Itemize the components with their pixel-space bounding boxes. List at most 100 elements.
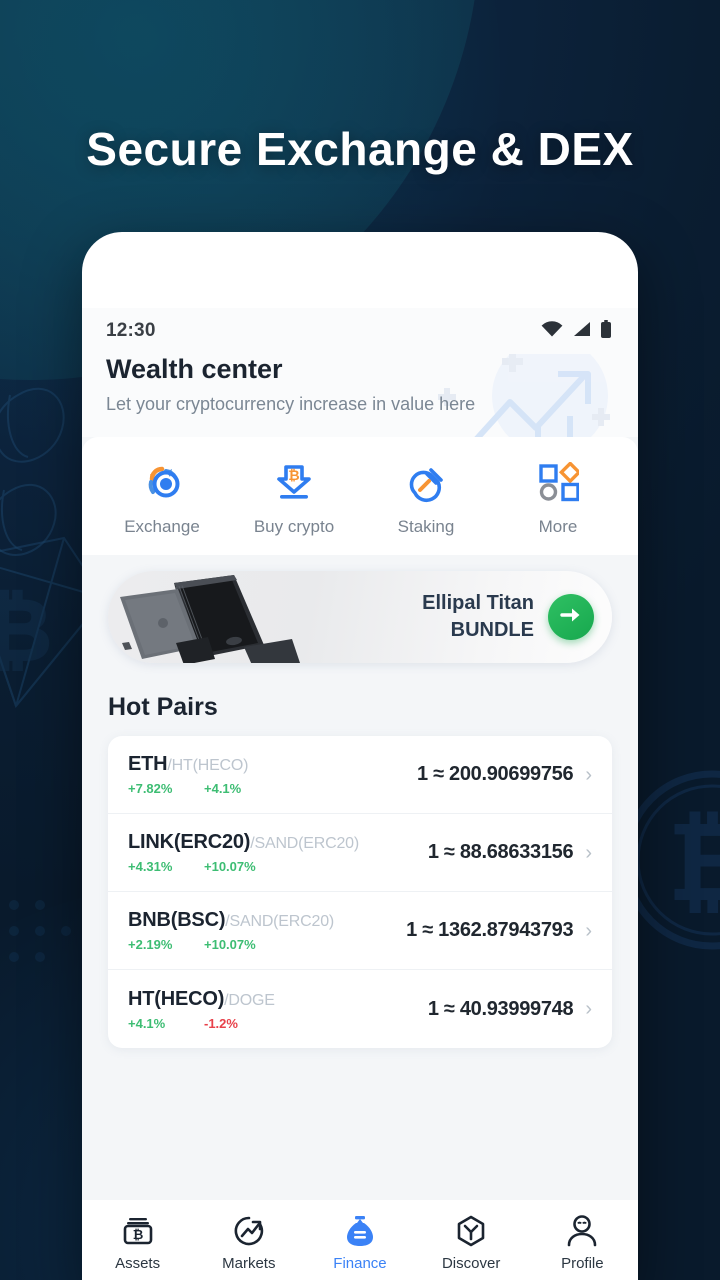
pair-price-area: 1 ≈ 1362.87943793 › (406, 919, 592, 942)
more-grid-icon (537, 459, 579, 505)
pair-changes: +2.19% +10.07% (128, 937, 406, 952)
pair-change-quote: -1.2% (204, 1015, 238, 1031)
chevron-right-icon[interactable]: › (585, 765, 592, 785)
chevron-right-icon[interactable]: › (585, 999, 592, 1019)
nav-item-finance[interactable]: Finance (304, 1214, 415, 1272)
pair-quote: /SAND(ERC20) (225, 913, 335, 930)
banner-text: Ellipal Titan BUNDLE (338, 590, 548, 643)
pair-change-base: +7.82% (128, 781, 173, 796)
chevron-right-icon[interactable]: › (585, 843, 592, 863)
staking-shovel-icon (405, 459, 447, 505)
table-row[interactable]: BNB(BSC) /SAND(ERC20) +2.19% +10.07% 1 ≈… (108, 892, 612, 970)
app-content: Exchange ₿ Buy crypto Staking More Ellip… (82, 437, 638, 1200)
pair-changes: +4.1% -1.2% (128, 1016, 428, 1031)
quick-action-label: More (538, 517, 578, 536)
pair-base: BNB(BSC) (128, 909, 226, 931)
section-title-hot-pairs: Hot Pairs (82, 663, 638, 736)
pair-changes: +7.82% +4.1% (128, 781, 417, 796)
pair-price: 1 ≈ 88.68633156 (427, 841, 574, 863)
page-subtitle: Let your cryptocurrency increase in valu… (106, 394, 476, 414)
banner-line1: Ellipal Titan (422, 592, 534, 615)
nav-label: Markets (222, 1255, 276, 1272)
quick-action-staking[interactable]: Staking (360, 459, 492, 537)
finance-moneybag-icon (345, 1214, 375, 1248)
nav-item-assets[interactable]: ₿ Assets (82, 1214, 193, 1272)
table-row[interactable]: LINK(ERC20) /SAND(ERC20) +4.31% +10.07% … (108, 814, 612, 892)
pair-name: LINK(ERC20) /SAND(ERC20) (128, 831, 428, 854)
buy-crypto-icon: ₿ (274, 459, 314, 505)
pair-change-base: +2.19% (128, 937, 173, 952)
pair-info: ETH /HT(HECO) +7.82% +4.1% (128, 753, 417, 796)
quick-action-buy-crypto[interactable]: ₿ Buy crypto (228, 459, 360, 537)
wifi-icon (541, 320, 563, 342)
promo-headline: Secure Exchange & DEX (86, 123, 634, 175)
quick-action-label: Exchange (124, 517, 200, 536)
pair-price: 1 ≈ 1362.87943793 (406, 919, 574, 941)
quick-actions-card: Exchange ₿ Buy crypto Staking More (82, 437, 638, 555)
phone-mockup: 12:30 Wealth center Let your cryptocurre… (82, 232, 638, 1280)
pair-info: HT(HECO) /DOGE +4.1% -1.2% (128, 988, 428, 1031)
nav-item-markets[interactable]: Markets (193, 1214, 304, 1272)
hot-pairs-wrap: ETH /HT(HECO) +7.82% +4.1% 1 ≈ 200.90699… (82, 736, 638, 1200)
pair-name: HT(HECO) /DOGE (128, 988, 428, 1011)
pair-name: ETH /HT(HECO) (128, 753, 417, 776)
quick-action-more[interactable]: More (492, 459, 624, 537)
bottom-navigation: ₿ Assets Markets Finance Discover Profil… (82, 1200, 638, 1280)
pair-changes: +4.31% +10.07% (128, 859, 428, 874)
pair-price-area: 1 ≈ 88.68633156 › (428, 841, 592, 864)
pair-change-base: +4.1% (128, 1015, 166, 1031)
svg-text:₿: ₿ (132, 1227, 143, 1242)
table-row[interactable]: HT(HECO) /DOGE +4.1% -1.2% 1 ≈ 40.939997… (108, 970, 612, 1048)
status-bar: 12:30 (82, 308, 638, 354)
pair-price: 1 ≈ 200.90699756 (417, 763, 574, 785)
pair-change-quote: +10.07% (204, 859, 256, 874)
quick-action-label: Staking (397, 517, 455, 536)
pair-info: LINK(ERC20) /SAND(ERC20) +4.31% +10.07% (128, 831, 428, 874)
pair-price: 1 ≈ 40.93999748 (427, 997, 574, 1020)
discover-cube-icon (456, 1214, 486, 1248)
assets-wallet-icon: ₿ (122, 1214, 154, 1248)
quick-action-label: Buy crypto (253, 517, 335, 536)
nav-label: Finance (333, 1255, 387, 1272)
pair-price-area: 1 ≈ 200.90699756 › (417, 763, 592, 786)
banner-line2: BUNDLE (450, 619, 534, 641)
pair-quote: /DOGE (224, 991, 275, 1009)
page-title: Wealth center (106, 354, 283, 384)
pair-base: LINK(ERC20) (128, 831, 251, 853)
nav-item-discover[interactable]: Discover (416, 1214, 527, 1272)
profile-person-icon (567, 1214, 597, 1248)
quick-action-exchange[interactable]: Exchange (96, 459, 228, 537)
banner-cta-button[interactable] (548, 594, 594, 640)
nav-item-profile[interactable]: Profile (527, 1214, 638, 1272)
app-header: Wealth center Let your cryptocurrency in… (82, 354, 638, 437)
markets-trend-icon (234, 1214, 264, 1248)
svg-text:₿: ₿ (0, 583, 52, 679)
pair-quote: /HT(HECO) (167, 757, 249, 774)
table-row[interactable]: ETH /HT(HECO) +7.82% +4.1% 1 ≈ 200.90699… (108, 736, 612, 814)
promo-banner[interactable]: Ellipal Titan BUNDLE (108, 571, 612, 663)
pair-price-area: 1 ≈ 40.93999748 › (428, 998, 592, 1021)
pair-base: HT(HECO) (128, 987, 225, 1010)
signal-icon (572, 321, 591, 342)
nav-label: Assets (115, 1255, 161, 1272)
svg-text:₿: ₿ (667, 801, 720, 924)
pair-change-base: +4.31% (128, 859, 173, 874)
pair-base: ETH (128, 753, 168, 775)
exchange-icon (140, 459, 184, 505)
pair-name: BNB(BSC) /SAND(ERC20) (128, 909, 406, 932)
pair-info: BNB(BSC) /SAND(ERC20) +2.19% +10.07% (128, 909, 406, 952)
arrow-right-icon (560, 606, 582, 629)
pair-change-quote: +4.1% (204, 781, 242, 796)
hardware-wallet-device (108, 571, 338, 663)
pair-quote: /SAND(ERC20) (250, 835, 359, 852)
pair-change-quote: +10.07% (204, 937, 256, 952)
nav-label: Profile (561, 1255, 604, 1272)
svg-text:₿: ₿ (288, 467, 299, 483)
hot-pairs-card: ETH /HT(HECO) +7.82% +4.1% 1 ≈ 200.90699… (108, 736, 612, 1048)
chevron-right-icon[interactable]: › (585, 921, 592, 941)
battery-icon (600, 319, 612, 343)
status-bar-time: 12:30 (106, 320, 156, 341)
promo-banner-wrap: Ellipal Titan BUNDLE (82, 555, 638, 663)
nav-label: Discover (441, 1255, 501, 1272)
status-bar-icons (541, 319, 612, 343)
